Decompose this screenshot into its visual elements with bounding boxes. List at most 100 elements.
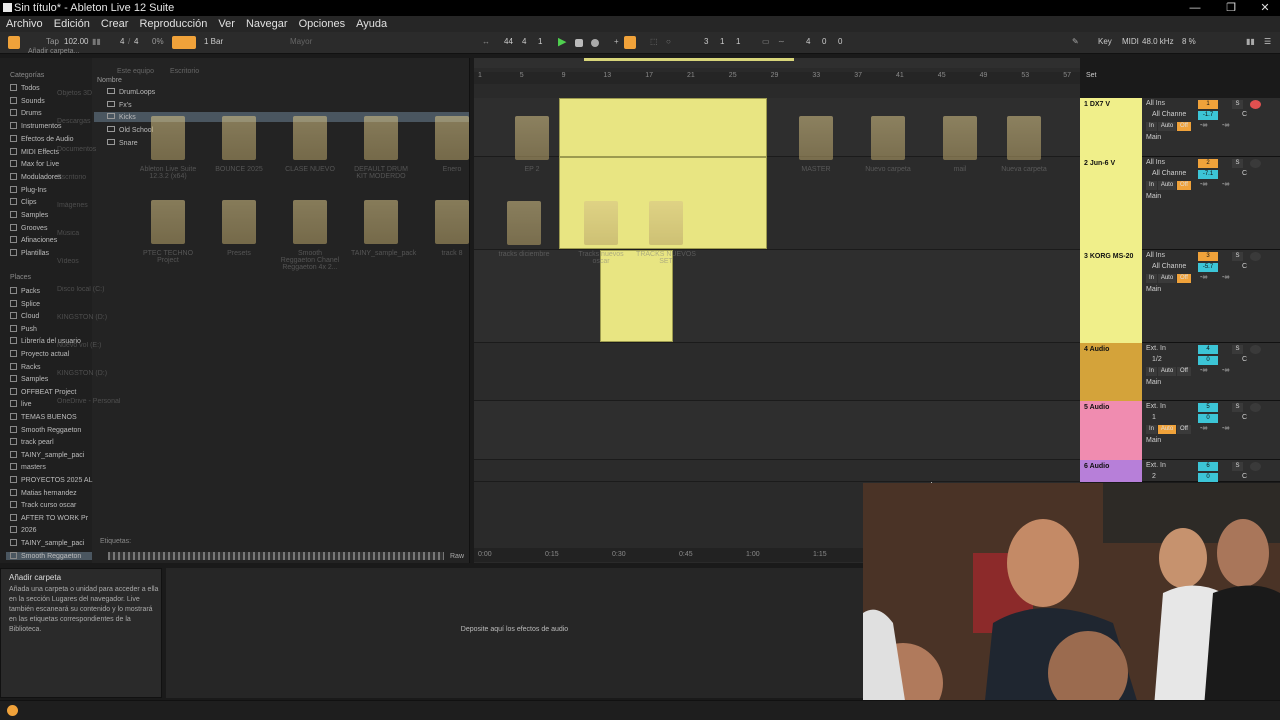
arm-button[interactable] xyxy=(1250,403,1261,412)
monitor-in-button[interactable]: In xyxy=(1146,122,1157,131)
set-label[interactable]: Set xyxy=(1086,72,1097,79)
solo-button[interactable]: S xyxy=(1232,100,1243,109)
send-a-field[interactable]: -∞ xyxy=(1200,274,1207,281)
loop-icon[interactable]: ▭ xyxy=(762,37,770,46)
position-bar[interactable]: 44 xyxy=(504,37,513,46)
menu-crear[interactable]: Crear xyxy=(101,16,129,32)
volume-field[interactable]: -5.7 xyxy=(1198,263,1218,272)
track-header[interactable]: 5 Audio xyxy=(1080,401,1142,460)
category-item[interactable]: Max for Live xyxy=(10,160,59,168)
category-item[interactable]: Plug-Ins xyxy=(10,185,47,194)
place-item[interactable]: Push xyxy=(10,324,37,333)
midi-map-button[interactable]: MIDI xyxy=(1122,37,1139,46)
monitor-auto-button[interactable]: Auto xyxy=(1158,274,1176,283)
track-activator[interactable]: 2 xyxy=(1198,159,1218,168)
input-type-select[interactable]: Ext. In xyxy=(1146,462,1166,469)
file-item[interactable]: DEFAULT DRUM KIT MODERDO xyxy=(351,116,411,180)
category-item[interactable]: Clips xyxy=(10,198,37,206)
overdub-icon[interactable]: + xyxy=(614,37,619,46)
volume-field[interactable]: -7.1 xyxy=(1198,170,1218,179)
output-select[interactable]: Main xyxy=(1146,379,1161,386)
add-folder-label[interactable]: Añadir carpeta... xyxy=(28,48,79,55)
capture-icon[interactable]: ⬚ xyxy=(650,37,658,46)
track-lane[interactable] xyxy=(474,401,1080,460)
solo-button[interactable]: S xyxy=(1232,462,1243,471)
tempo-field[interactable]: 102.00 xyxy=(64,37,88,46)
solo-button[interactable]: S xyxy=(1232,345,1243,354)
midi-clip[interactable] xyxy=(559,98,767,157)
name-column-header[interactable]: Nombre xyxy=(97,77,122,84)
pan-field[interactable]: C xyxy=(1242,111,1247,118)
place-item[interactable]: Smooth Reggaeton xyxy=(10,425,81,434)
arm-button[interactable] xyxy=(1250,159,1261,168)
key-map-button[interactable]: Key xyxy=(1098,37,1112,46)
monitor-off-button[interactable]: Off xyxy=(1177,425,1191,434)
menu-ayuda[interactable]: Ayuda xyxy=(356,16,387,32)
session-record-icon[interactable]: ○ xyxy=(666,37,671,46)
place-item[interactable]: 2026 xyxy=(10,526,37,534)
place-item[interactable]: live xyxy=(10,400,32,408)
track-lane[interactable] xyxy=(474,250,1080,343)
key-select[interactable]: Mayor xyxy=(290,37,312,46)
input-type-select[interactable]: Ext. In xyxy=(1146,345,1166,352)
send-a-field[interactable]: -∞ xyxy=(1200,181,1207,188)
info-icon[interactable] xyxy=(7,705,18,716)
menu-archivo[interactable]: Archivo xyxy=(6,16,43,32)
send-b-field[interactable]: -∞ xyxy=(1222,122,1229,129)
file-item[interactable]: BOUNCE 2025 xyxy=(209,116,269,173)
place-item[interactable]: TAINY_sample_paci xyxy=(10,450,84,459)
arm-button[interactable] xyxy=(1250,100,1261,109)
metronome-icon[interactable]: ▮▮ xyxy=(92,37,101,46)
place-item[interactable]: Track curso oscar xyxy=(10,501,76,509)
swing-field[interactable]: 0% xyxy=(152,37,164,46)
output-select[interactable]: Main xyxy=(1146,286,1161,293)
tree-folder-item[interactable]: Kicks xyxy=(107,113,136,121)
minimize-button[interactable]: — xyxy=(1178,0,1212,16)
input-channel-select[interactable]: 1 xyxy=(1152,414,1156,421)
category-item[interactable]: Samples xyxy=(10,211,48,219)
place-item[interactable]: track pearl xyxy=(10,438,54,446)
monitor-in-button[interactable]: In xyxy=(1146,274,1157,283)
file-item[interactable]: PTEC TECHNO Project xyxy=(138,200,198,264)
input-type-select[interactable]: All Ins xyxy=(1146,159,1165,166)
menu-opciones[interactable]: Opciones xyxy=(299,16,345,32)
solo-button[interactable]: S xyxy=(1232,159,1243,168)
file-item[interactable]: track 8 xyxy=(422,200,482,257)
place-item[interactable]: Splice xyxy=(10,299,40,308)
solo-button[interactable]: S xyxy=(1232,403,1243,412)
file-item[interactable]: Enero xyxy=(422,116,482,173)
solo-button[interactable]: S xyxy=(1232,252,1243,261)
monitor-in-button[interactable]: In xyxy=(1146,425,1157,434)
input-type-select[interactable]: Ext. In xyxy=(1146,403,1166,410)
menu-ver[interactable]: Ver xyxy=(218,16,235,32)
metronome-button[interactable] xyxy=(172,36,196,49)
track-header[interactable]: 2 Jun-6 V xyxy=(1080,157,1142,250)
draw-mode-icon[interactable]: ∼ xyxy=(778,37,785,46)
place-item[interactable]: TEMAS BUENOS xyxy=(10,413,77,421)
track-activator[interactable]: 3 xyxy=(1198,252,1218,261)
menu-navegar[interactable]: Navegar xyxy=(246,16,288,32)
position-sixteenth[interactable]: 1 xyxy=(538,37,542,46)
monitor-in-button[interactable]: In xyxy=(1146,367,1157,376)
monitor-in-button[interactable]: In xyxy=(1146,181,1157,190)
place-item[interactable]: Matias hernandez xyxy=(10,488,77,497)
input-type-select[interactable]: All Ins xyxy=(1146,100,1165,107)
volume-field[interactable]: -1.7 xyxy=(1198,111,1218,120)
place-item[interactable]: Proyecto actual xyxy=(10,350,69,358)
send-a-field[interactable]: -∞ xyxy=(1200,367,1207,374)
send-b-field[interactable]: -∞ xyxy=(1222,425,1229,432)
track-activator[interactable]: 5 xyxy=(1198,403,1218,412)
tree-folder-item[interactable]: Snare xyxy=(107,138,138,147)
place-item[interactable]: Packs xyxy=(10,287,40,295)
input-type-select[interactable]: All Ins xyxy=(1146,252,1165,259)
close-button[interactable]: ✕ xyxy=(1248,0,1280,16)
place-item[interactable]: PROYECTOS 2025 AL xyxy=(10,476,92,484)
tree-folder-item[interactable]: DrumLoops xyxy=(107,88,155,96)
category-item[interactable]: MIDI Effects xyxy=(10,147,59,156)
loop-length-bar[interactable]: 4 xyxy=(806,37,810,46)
meter-denominator[interactable]: 4 xyxy=(134,37,138,46)
file-item[interactable]: CLASE NUEVO xyxy=(280,116,340,173)
input-channel-select[interactable]: 2 xyxy=(1152,473,1156,480)
place-item[interactable]: TAINY_sample_paci xyxy=(10,539,84,547)
play-button[interactable]: ▶ xyxy=(558,35,566,48)
